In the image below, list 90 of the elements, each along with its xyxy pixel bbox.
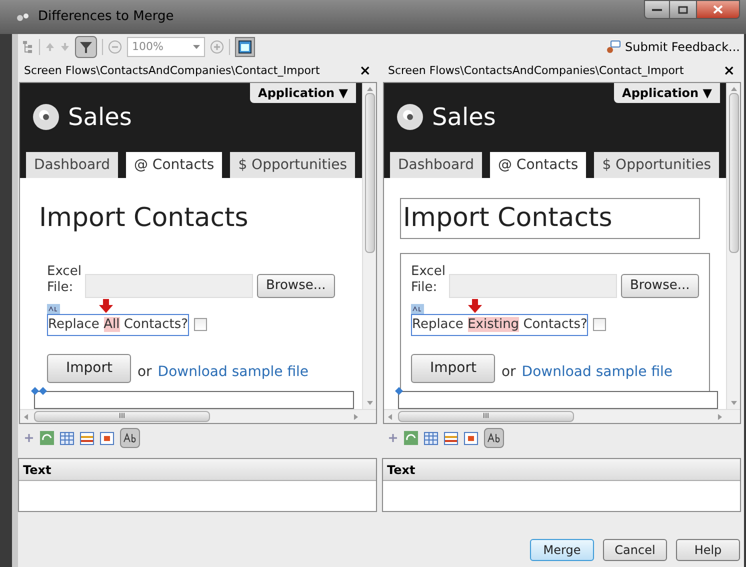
- replace-checkbox[interactable]: [194, 318, 208, 332]
- tree-icon[interactable]: [22, 40, 34, 54]
- page-heading: Import Contacts: [38, 202, 250, 235]
- browse-button[interactable]: Browse...: [257, 274, 335, 298]
- feedback-button[interactable]: Submit Feedback...: [605, 38, 740, 56]
- replace-checkbox[interactable]: [593, 318, 606, 332]
- site-tab[interactable]: @ Contacts: [490, 152, 586, 178]
- scroll-up-icon: [730, 87, 736, 91]
- site-brand: Sales: [432, 102, 496, 133]
- disc-logo-icon: [32, 103, 60, 131]
- sync-button[interactable]: [235, 37, 255, 57]
- close-icon: [713, 5, 723, 14]
- site-tab[interactable]: Dashboard: [26, 152, 118, 178]
- refresh-icon[interactable]: [404, 431, 418, 445]
- browse-button[interactable]: Browse...: [621, 274, 699, 298]
- properties-header: Text: [387, 462, 416, 478]
- scroll-up-icon: [366, 87, 372, 91]
- file-input[interactable]: [85, 274, 253, 298]
- window-icon: [16, 12, 30, 22]
- close-pane-button[interactable]: ×: [359, 64, 371, 78]
- application-menu-button[interactable]: Application ▼: [614, 83, 720, 103]
- excel-file-label: Excel File:: [47, 264, 81, 296]
- maximize-button[interactable]: [670, 0, 696, 19]
- filter-icon: [79, 40, 93, 54]
- dialog-button[interactable]: Merge: [530, 539, 594, 561]
- pointer-icon[interactable]: [24, 433, 34, 443]
- zoom-out-icon[interactable]: [108, 40, 122, 54]
- window-link-icon: [238, 40, 252, 54]
- panel-icon[interactable]: [100, 432, 114, 444]
- vertical-scrollbar[interactable]: [726, 83, 740, 409]
- speech-bubble-icon: [605, 40, 622, 54]
- scroll-down-icon: [730, 401, 736, 405]
- minimize-button[interactable]: [644, 0, 670, 19]
- maximize-icon: [678, 6, 688, 14]
- pointer-icon[interactable]: [388, 433, 398, 443]
- label-control-icon: [411, 304, 424, 314]
- scroll-right-icon: [718, 414, 722, 420]
- label-tool-button[interactable]: [120, 428, 140, 448]
- minimize-icon: [652, 8, 662, 12]
- scroll-right-icon: [354, 414, 358, 420]
- site-brand: Sales: [68, 102, 132, 133]
- or-label: or: [501, 362, 516, 382]
- dialog-button[interactable]: Cancel: [603, 539, 667, 561]
- site-tab[interactable]: $ Opportunities: [594, 152, 720, 178]
- properties-header: Text: [23, 462, 52, 478]
- dropdown-arrow-icon: [193, 45, 200, 49]
- panel-icon[interactable]: [464, 432, 478, 444]
- pane-path: Screen Flows\ContactsAndCompanies\Contact_Import: [388, 62, 685, 79]
- window-title: Differences to Merge: [38, 8, 174, 26]
- down-arrow-icon[interactable]: [60, 42, 70, 52]
- close-button[interactable]: [696, 0, 740, 19]
- grid-icon[interactable]: [60, 432, 74, 444]
- zoom-field[interactable]: 100%: [127, 37, 205, 57]
- file-input[interactable]: [449, 274, 617, 298]
- site-tab[interactable]: Dashboard: [390, 152, 482, 178]
- download-sample-link[interactable]: Download sample file: [158, 362, 309, 382]
- site-tab[interactable]: @ Contacts: [126, 152, 222, 178]
- replace-contacts-label: Replace All Contacts?: [47, 314, 190, 336]
- refresh-icon[interactable]: [40, 431, 54, 445]
- vertical-scrollbar[interactable]: [362, 83, 376, 409]
- filter-button[interactable]: [75, 36, 97, 58]
- close-pane-button[interactable]: ×: [723, 64, 735, 78]
- import-button[interactable]: Import: [411, 354, 496, 382]
- page-heading: Import Contacts: [400, 198, 700, 239]
- scroll-left-icon: [24, 414, 28, 420]
- dialog-button[interactable]: Help: [676, 539, 740, 561]
- anchor-handle-icon: [395, 387, 403, 395]
- label-control-icon: [47, 304, 60, 314]
- change-arrow-icon: [468, 299, 482, 313]
- change-arrow-icon: [99, 299, 113, 313]
- grid-icon[interactable]: [424, 432, 438, 444]
- application-menu-button[interactable]: Application ▼: [250, 83, 356, 103]
- excel-file-label: Excel File:: [411, 264, 445, 296]
- label-tool-icon: [123, 433, 137, 443]
- disc-logo-icon: [396, 103, 424, 131]
- up-arrow-icon[interactable]: [45, 42, 55, 52]
- site-tab[interactable]: $ Opportunities: [230, 152, 356, 178]
- anchor-handle-icon: [31, 387, 47, 395]
- label-tool-icon: [487, 433, 501, 443]
- replace-contacts-label: Replace Existing Contacts?: [411, 314, 588, 336]
- list-icon[interactable]: [444, 432, 458, 444]
- download-sample-link[interactable]: Download sample file: [522, 362, 673, 382]
- scroll-left-icon: [388, 414, 392, 420]
- zoom-in-icon[interactable]: [210, 40, 224, 54]
- label-tool-button[interactable]: [484, 428, 504, 448]
- scroll-down-icon: [366, 401, 372, 405]
- list-icon[interactable]: [80, 432, 94, 444]
- or-label: or: [137, 362, 152, 382]
- import-button[interactable]: Import: [47, 354, 132, 382]
- pane-path: Screen Flows\ContactsAndCompanies\Contact_Import: [24, 62, 321, 79]
